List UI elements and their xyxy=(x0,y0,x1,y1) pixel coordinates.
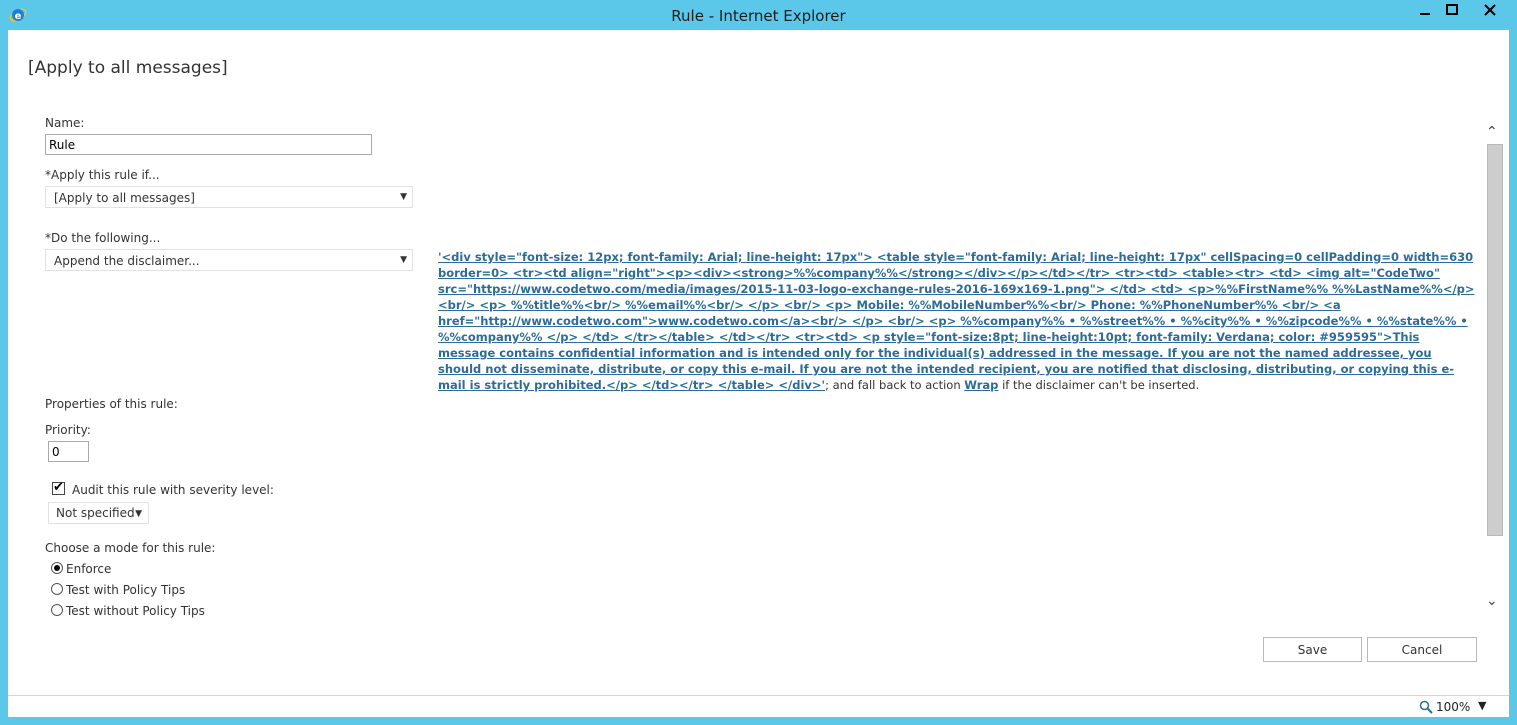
severity-selected: Not specified xyxy=(56,506,135,520)
priority-label: Priority: xyxy=(45,423,91,437)
priority-input[interactable] xyxy=(48,441,89,462)
chevron-down-icon: ▼ xyxy=(135,509,142,519)
mode-label-test-without-tips: Test without Policy Tips xyxy=(66,604,205,618)
page-title: [Apply to all messages] xyxy=(28,58,228,78)
maximize-button[interactable] xyxy=(1438,0,1466,22)
do-following-dropdown[interactable]: Append the disclaimer... ▼ xyxy=(45,249,413,271)
disclaimer-text-link[interactable]: '<div style="font-size: 12px; font-famil… xyxy=(438,250,1475,392)
do-following-label: *Do the following... xyxy=(45,231,161,245)
scroll-down-icon[interactable]: ⌄ xyxy=(1486,593,1498,609)
chevron-down-icon: ▼ xyxy=(400,192,407,202)
scrollbar-thumb[interactable] xyxy=(1487,144,1503,536)
audit-label: Audit this rule with severity level: xyxy=(72,483,274,497)
apply-if-label: *Apply this rule if... xyxy=(45,168,160,182)
mode-radio-test-without-tips[interactable] xyxy=(51,604,63,616)
status-bar: 100% ▼ xyxy=(8,695,1509,717)
disclaimer-middle-text: ; and fall back to action xyxy=(825,378,965,392)
mode-radio-enforce[interactable] xyxy=(51,562,63,574)
mode-label-test-with-tips: Test with Policy Tips xyxy=(66,583,186,597)
audit-checkbox[interactable]: ✔ xyxy=(52,480,65,495)
properties-label: Properties of this rule: xyxy=(45,397,178,411)
mode-radio-test-with-tips[interactable] xyxy=(51,583,63,595)
do-following-selected: Append the disclaimer... xyxy=(54,254,200,268)
zoom-level[interactable]: 100% xyxy=(1436,700,1470,714)
fallback-action-link[interactable]: Wrap xyxy=(964,378,998,392)
chevron-down-icon[interactable]: ▼ xyxy=(1478,699,1486,712)
severity-dropdown[interactable]: Not specified ▼ xyxy=(48,502,149,524)
chevron-down-icon: ▼ xyxy=(400,255,407,265)
check-icon: ✔ xyxy=(53,480,64,495)
cancel-button[interactable]: Cancel xyxy=(1367,637,1477,662)
disclaimer-suffix-text: if the disclaimer can't be inserted. xyxy=(998,378,1200,392)
zoom-icon[interactable] xyxy=(1419,700,1433,714)
scroll-up-icon[interactable]: ⌃ xyxy=(1486,124,1498,140)
apply-if-selected: [Apply to all messages] xyxy=(54,191,195,205)
title-bar: e Rule - Internet Explorer xyxy=(0,0,1517,30)
minimize-icon xyxy=(1420,13,1430,15)
close-icon xyxy=(1484,4,1496,16)
window-title: Rule - Internet Explorer xyxy=(671,7,846,25)
maximize-icon xyxy=(1446,4,1458,15)
name-input[interactable] xyxy=(45,134,372,155)
minimize-button[interactable] xyxy=(1412,0,1438,22)
close-button[interactable] xyxy=(1470,0,1510,22)
save-button[interactable]: Save xyxy=(1263,637,1362,662)
name-label: Name: xyxy=(45,116,85,130)
mode-label-enforce: Enforce xyxy=(66,562,112,576)
disclaimer-description: '<div style="font-size: 12px; font-famil… xyxy=(438,249,1478,393)
page-content: [Apply to all messages] Name: *Apply thi… xyxy=(8,30,1509,695)
mode-label: Choose a mode for this rule: xyxy=(45,541,216,555)
apply-if-dropdown[interactable]: [Apply to all messages] ▼ xyxy=(45,186,413,208)
